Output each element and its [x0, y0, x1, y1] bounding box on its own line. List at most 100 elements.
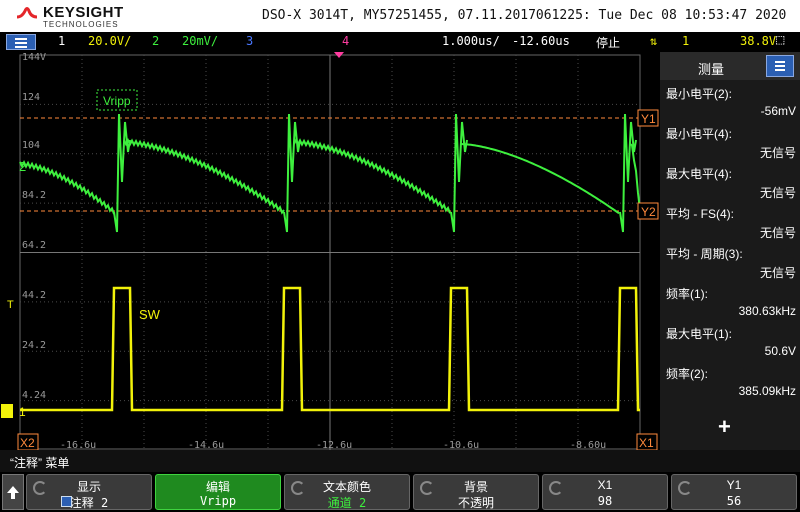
measurement-panel-title: 测量	[698, 62, 725, 77]
logo-subtext: TECHNOLOGIES	[43, 20, 119, 29]
y-tick-label: 4.24	[22, 390, 46, 401]
x-tick-label: -8.60u	[570, 440, 606, 450]
measurement-label: 最小电平(2):	[666, 87, 733, 101]
softkey-value: 通道 2	[327, 496, 367, 510]
softkey-x1[interactable]: X1 98	[542, 474, 668, 510]
back-button[interactable]	[2, 474, 24, 510]
measurement-item[interactable]: 平均 - 周期(3): 无信号	[666, 245, 796, 285]
ch1-ground-marker[interactable]	[1, 404, 13, 418]
sw-annotation[interactable]: SW	[139, 307, 161, 322]
measurement-item[interactable]: 最小电平(2): -56mV	[666, 85, 796, 125]
menu-icon-line	[15, 46, 27, 48]
measurement-value: 无信号	[759, 146, 796, 160]
ch1-number[interactable]: 1	[58, 34, 65, 48]
softkey-y1[interactable]: Y1 56	[671, 474, 797, 510]
softkey-menu-title-bar: “注释” 菜单	[0, 450, 800, 472]
softkey-background[interactable]: 背景 不透明	[413, 474, 539, 510]
add-measurement-button[interactable]: +	[718, 414, 731, 440]
softkey-title: 文本颜色	[322, 480, 371, 494]
ch2-spike	[619, 113, 637, 233]
x-tick-label: -16.6u	[60, 440, 96, 450]
softkey-display[interactable]: 显示注释 2	[26, 474, 152, 510]
measurement-panel-header: 测量	[660, 52, 800, 80]
run-state[interactable]: 停止	[596, 34, 620, 51]
measurement-value: 无信号	[759, 186, 796, 200]
ch4-number[interactable]: 4	[342, 34, 349, 48]
ch3-number[interactable]: 3	[246, 34, 253, 48]
measurement-item[interactable]: 最大电平(4): 无信号	[666, 165, 796, 205]
trigger-level[interactable]: 38.8V	[740, 34, 776, 48]
ch2-spike	[283, 113, 301, 233]
measurement-label: 最大电平(1):	[666, 327, 733, 341]
softkey-value: 98	[597, 494, 613, 508]
softkey-title: 显示	[76, 480, 101, 494]
measurement-value: 380.63kHz	[738, 304, 796, 318]
x-tick-label: -10.6u	[443, 440, 479, 450]
softkey-menu-title: “注释” 菜单	[10, 456, 70, 470]
ch2-spike	[450, 113, 468, 233]
measurement-label: 最大电平(4):	[666, 167, 733, 181]
measurement-panel: 测量 最小电平(2): -56mV 最小电平(4): 无信号 最大电平(4): 无信号 平均…	[660, 52, 800, 450]
softkey-title: X1	[597, 478, 613, 492]
measurement-item[interactable]: 最大电平(1): 50.6V	[666, 325, 796, 365]
cursor-y2-label[interactable]: Y2	[641, 205, 656, 219]
y-tick-label: 104	[22, 140, 40, 151]
menu-icon	[15, 38, 27, 40]
softkey-value: 不透明	[457, 496, 494, 510]
measurement-label: 频率(1):	[666, 287, 709, 301]
up-arrow-icon	[7, 486, 19, 499]
measurement-item[interactable]: 频率(1): 380.63kHz	[666, 285, 796, 325]
measurement-item[interactable]: 频率(2): 385.09kHz	[666, 365, 796, 405]
y-tick-label: 124	[22, 92, 40, 103]
measurement-value: 无信号	[759, 226, 796, 240]
panel-menu-button[interactable]	[766, 55, 794, 77]
timebase[interactable]: 1.000us/	[442, 34, 500, 48]
ch2-marker-label[interactable]: 2	[19, 159, 26, 174]
cursor-y1-label[interactable]: Y1	[641, 112, 656, 126]
cursor-x2-label[interactable]: X2	[20, 436, 35, 450]
y-tick-label: 24.2	[22, 340, 46, 351]
status-bar: 1 20.0V/ 2 20mV/ 3 4 1.000us/ -12.60us 停…	[0, 32, 800, 52]
delay[interactable]: -12.60us	[512, 34, 570, 48]
main-menu-button[interactable]	[6, 34, 36, 50]
measurement-label: 平均 - 周期(3):	[666, 247, 743, 261]
ch1-scale[interactable]: 20.0V/	[88, 34, 131, 48]
measurement-value: 50.6V	[764, 344, 796, 358]
softkey-text-color[interactable]: 文本颜色通道 2	[284, 474, 410, 510]
measurement-value: -56mV	[760, 104, 796, 118]
softkey-edit[interactable]: 编辑 Vripp	[155, 474, 281, 510]
logo-text: KEYSIGHT	[43, 4, 124, 21]
measurement-value: 385.09kHz	[738, 384, 796, 398]
softkey-title: 背景	[463, 480, 488, 494]
softkey-title: 编辑	[205, 480, 230, 494]
measurement-label: 频率(2):	[666, 367, 709, 381]
vripp-annotation[interactable]: Vripp	[103, 94, 131, 108]
cursor-x1-label[interactable]: X1	[639, 436, 654, 450]
measurement-item[interactable]: 平均 - FS(4): 无信号	[666, 205, 796, 245]
ch1-marker-label[interactable]: 1	[19, 405, 26, 419]
y-axis-labels: 144V 124 104 84.2 64.2 44.2 24.2 4.24	[22, 52, 46, 401]
ch2-scale[interactable]: 20mV/	[182, 34, 218, 48]
softkey-bar: 显示 注释 2 编辑 Vripp 文本颜色 通道 2 背景 不透明 X1 98 Y1 56	[0, 472, 800, 512]
trigger-edge-icon[interactable]: ⇅	[650, 34, 657, 48]
menu-icon-line	[775, 69, 785, 71]
checkbox-icon	[61, 496, 72, 507]
trigger-channel[interactable]: 1	[682, 34, 689, 48]
menu-icon-line	[775, 65, 785, 67]
waveform-svg[interactable]: 144V 124 104 84.2 64.2 44.2 24.2 4.24 -16.6u -14…	[0, 52, 660, 450]
menu-icon-line	[15, 42, 27, 44]
waveform-display[interactable]: 144V 124 104 84.2 64.2 44.2 24.2 4.24 -16.6u -14…	[0, 52, 660, 450]
ch2-number[interactable]: 2	[152, 34, 159, 48]
keysight-logo-icon	[16, 7, 38, 19]
keysight-logo: KEYSIGHT TECHNOLOGIES	[16, 2, 146, 30]
ch2-spike	[113, 113, 131, 233]
trigger-marker[interactable]: T	[7, 299, 14, 311]
y-tick-label: 64.2	[22, 240, 46, 251]
y-tick-label: 84.2	[22, 190, 46, 201]
softkey-value: 注释 2	[69, 496, 109, 510]
y-tick-label: 44.2	[22, 290, 46, 301]
fullscreen-icon[interactable]: ⬚	[776, 32, 784, 48]
measurement-item[interactable]: 最小电平(4): 无信号	[666, 125, 796, 165]
softkey-title: Y1	[726, 478, 742, 492]
x-tick-label: -14.6u	[188, 440, 224, 450]
